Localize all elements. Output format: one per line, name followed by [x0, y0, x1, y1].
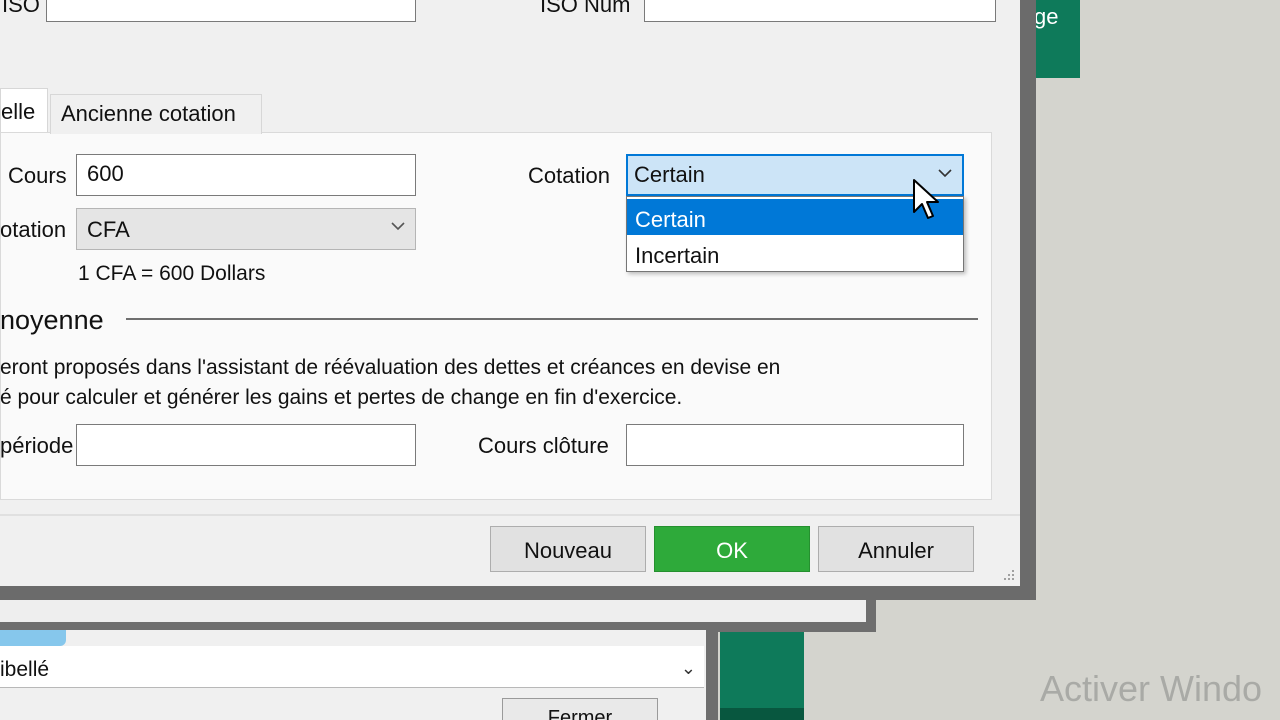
tab-label: elle — [1, 99, 36, 124]
cours-label: Cours — [8, 163, 67, 188]
activate-windows-watermark: Activer Windo — [1040, 668, 1263, 709]
iso-input[interactable] — [46, 0, 416, 22]
cours-input[interactable]: 600 — [76, 154, 416, 196]
chevron-down-icon[interactable] — [391, 219, 405, 233]
section-description-line2: é pour calculer et générer les gains et … — [0, 386, 683, 409]
periode-input[interactable] — [76, 424, 416, 466]
cotation-selected-value: Certain — [634, 162, 705, 187]
iso-num-label: ISO Num — [540, 0, 631, 17]
cours-cloture-input[interactable] — [626, 424, 964, 466]
fermer-button[interactable]: Fermer — [502, 698, 658, 720]
nouveau-button[interactable]: Nouveau — [490, 526, 646, 572]
section-title: noyenne — [0, 305, 104, 335]
iso-label: ISO — [2, 0, 40, 17]
periode-label: période — [0, 433, 74, 458]
ok-button[interactable]: OK — [654, 526, 810, 572]
iso-num-input[interactable] — [644, 0, 996, 22]
background-tab[interactable] — [0, 630, 66, 646]
conversion-text: 1 CFA = 600 Dollars — [78, 262, 266, 285]
resize-grip-icon[interactable] — [1000, 566, 1016, 582]
background-green-strip — [720, 708, 804, 720]
chevron-down-icon[interactable]: ⌄ — [681, 658, 696, 679]
cotation-label: Cotation — [528, 163, 610, 188]
background-list[interactable]: ibellé ⌄ — [0, 646, 704, 688]
currency-dialog: ISO ISO Num elle Ancienne cotation Cours… — [0, 0, 1036, 600]
footer-divider — [0, 514, 1020, 516]
background-tile-text: ge — [1034, 4, 1059, 29]
background-list-label: ibellé — [0, 658, 50, 681]
cours-cloture-label: Cours clôture — [478, 433, 609, 458]
section-description-line1: eront proposés dans l'assistant de rééva… — [0, 356, 781, 379]
devise-cotation-select[interactable]: CFA — [76, 208, 416, 250]
tab-ancienne-cotation[interactable]: Ancienne cotation — [50, 94, 262, 134]
devise-cotation-label: otation — [0, 217, 67, 242]
section-divider — [126, 318, 978, 320]
mouse-cursor-icon — [913, 179, 939, 219]
tab-cotation-actuelle[interactable]: elle — [0, 88, 48, 132]
background-green-panel — [720, 630, 804, 720]
annuler-button[interactable]: Annuler — [818, 526, 974, 572]
option-incertain[interactable]: Incertain — [627, 235, 963, 271]
devise-cotation-value: CFA — [87, 217, 130, 242]
